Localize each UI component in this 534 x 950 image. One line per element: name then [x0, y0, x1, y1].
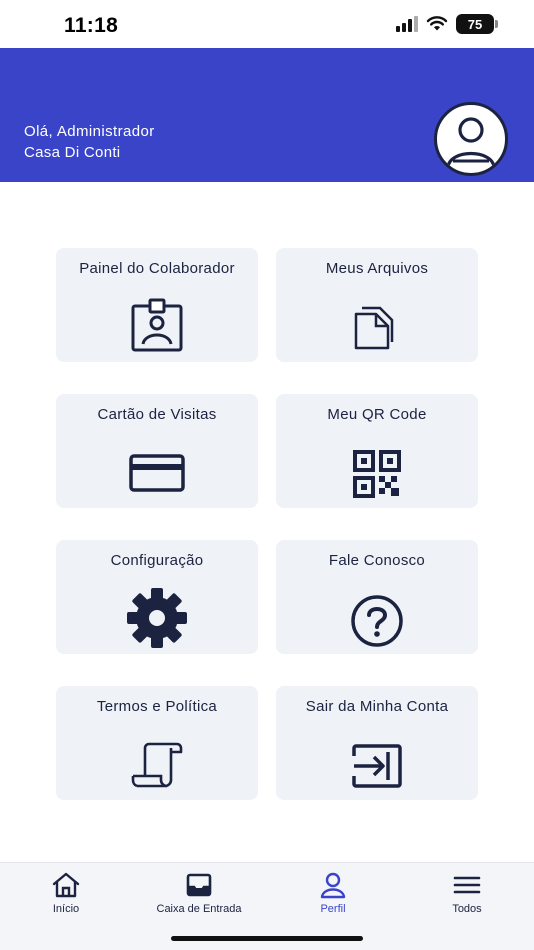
card-label: Configuração: [110, 552, 204, 569]
qr-code-icon: [353, 450, 401, 498]
signal-icon: [396, 16, 418, 32]
nav-label: Perfil: [320, 903, 346, 915]
id-badge-icon: [131, 298, 183, 352]
card-termos-politica[interactable]: Termos e Política: [56, 686, 258, 800]
greeting-text: Olá, Administrador: [24, 123, 155, 140]
wifi-icon: [426, 16, 448, 31]
user-icon: [446, 117, 496, 168]
card-label: Meus Arquivos: [325, 260, 429, 277]
question-icon: [351, 595, 403, 647]
home-icon: [52, 872, 80, 898]
card-sair-conta[interactable]: Sair da Minha Conta: [276, 686, 478, 800]
files-icon: [354, 306, 394, 350]
inbox-icon: [186, 873, 212, 897]
credit-card-icon: [129, 454, 185, 492]
card-painel-colaborador[interactable]: Painel do Colaborador: [56, 248, 258, 362]
nav-caixa-entrada[interactable]: Caixa de Entrada: [139, 869, 259, 915]
nav-perfil[interactable]: Perfil: [273, 869, 393, 915]
gear-icon: [127, 588, 187, 648]
battery-icon: 75: [456, 14, 498, 34]
home-indicator: [171, 936, 363, 941]
nav-inicio[interactable]: Início: [6, 869, 126, 915]
scroll-icon: [131, 742, 183, 788]
battery-level: 75: [467, 16, 483, 32]
card-fale-conosco[interactable]: Fale Conosco: [276, 540, 478, 654]
status-time: 11:18: [64, 14, 119, 37]
profile-header: Olá, Administrador Casa Di Conti: [0, 48, 534, 182]
avatar[interactable]: [434, 102, 508, 176]
card-label: Termos e Política: [96, 698, 218, 715]
nav-todos[interactable]: Todos: [407, 869, 527, 915]
menu-icon: [453, 876, 481, 894]
user-icon: [320, 872, 346, 899]
card-configuracao[interactable]: Configuração: [56, 540, 258, 654]
card-label: Meu QR Code: [327, 406, 427, 423]
status-bar: 11:18 75: [0, 0, 534, 48]
status-icons: 75: [396, 14, 498, 34]
card-cartao-visitas[interactable]: Cartão de Visitas: [56, 394, 258, 508]
sign-out-icon: [352, 744, 402, 788]
company-name: Casa Di Conti: [24, 144, 121, 161]
nav-label: Caixa de Entrada: [156, 903, 242, 915]
card-label: Fale Conosco: [328, 552, 426, 569]
nav-label: Todos: [452, 903, 482, 915]
card-label: Sair da Minha Conta: [305, 698, 449, 715]
card-label: Painel do Colaborador: [79, 260, 235, 277]
card-label: Cartão de Visitas: [97, 406, 217, 423]
card-meu-qr-code[interactable]: Meu QR Code: [276, 394, 478, 508]
card-meus-arquivos[interactable]: Meus Arquivos: [276, 248, 478, 362]
nav-label: Início: [52, 903, 80, 915]
